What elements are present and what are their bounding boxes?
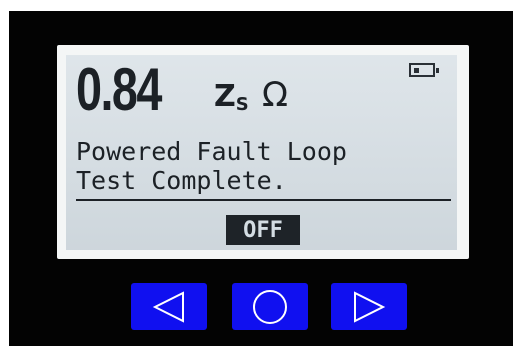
- status-message-line2: Test Complete.: [76, 166, 287, 195]
- reading-unit: Ω: [262, 75, 288, 115]
- battery-icon: [409, 63, 439, 77]
- divider: [76, 199, 451, 201]
- left-button[interactable]: [131, 283, 207, 330]
- reading-symbol-main: Z: [214, 79, 236, 114]
- triangle-left-icon: [152, 290, 184, 323]
- battery-level-fill: [414, 68, 419, 73]
- reading-value: 0.84: [76, 56, 162, 123]
- circle-icon: [253, 289, 287, 324]
- status-message-line1: Powered Fault Loop: [76, 137, 347, 166]
- lcd-display: 0.84 ZS Ω Powered Fault Loop Test Comple…: [66, 55, 457, 250]
- reading-symbol: ZS: [214, 79, 249, 123]
- reading-symbol-subscript: S: [235, 94, 249, 115]
- right-button[interactable]: [331, 283, 407, 330]
- off-softkey[interactable]: OFF: [226, 215, 300, 245]
- triangle-right-icon: [354, 290, 386, 323]
- select-button[interactable]: [232, 283, 308, 330]
